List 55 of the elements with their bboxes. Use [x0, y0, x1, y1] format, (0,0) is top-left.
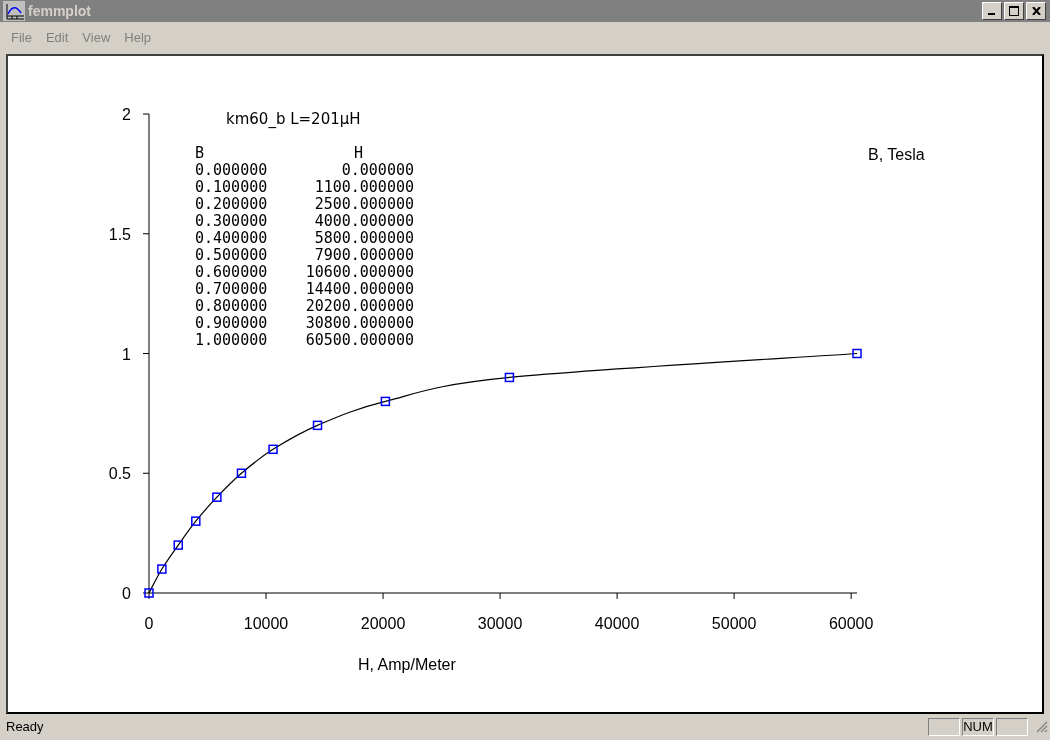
table-cell: 60500.000000	[305, 331, 414, 349]
table-cell: 1100.000000	[314, 178, 414, 196]
table-cell: 10600.000000	[305, 263, 414, 281]
y-tick-label: 0.5	[108, 465, 131, 483]
x-tick-label: 40000	[594, 615, 640, 632]
status-text: Ready	[6, 718, 45, 737]
y-tick-label: 2	[122, 106, 131, 123]
table-cell: 7900.000000	[314, 246, 414, 264]
window-title: femmplot	[28, 1, 92, 21]
table-cell: 20200.000000	[305, 297, 414, 315]
x-tick-label: 0	[144, 615, 154, 632]
table-cell: 0.200000	[195, 195, 268, 213]
y-tick-label: 1.5	[108, 225, 131, 243]
table-cell: 0.000000	[195, 161, 268, 179]
table-header: B	[195, 144, 205, 162]
x-tick-label: 30000	[477, 615, 523, 632]
x-axis-label: H, Amp/Meter	[358, 656, 456, 673]
menu-item[interactable]: View	[75, 28, 118, 48]
resize-grip-icon	[1036, 721, 1048, 733]
table-cell: 0.700000	[195, 280, 268, 298]
table-cell: 4000.000000	[314, 212, 414, 230]
menu-item[interactable]: File	[4, 28, 39, 48]
table-cell: 5800.000000	[314, 229, 414, 247]
status-pane	[996, 718, 1028, 736]
y-tick-label: 0	[122, 585, 131, 602]
table-cell: 0.300000	[195, 212, 268, 230]
table-cell: 0.400000	[195, 229, 268, 247]
table-cell: 14400.000000	[305, 280, 414, 298]
status-pane	[928, 718, 960, 736]
y-tick-label: 1	[122, 345, 131, 363]
table-header: H	[354, 144, 364, 162]
x-tick-label: 60000	[828, 615, 874, 632]
maximize-icon	[1009, 6, 1019, 16]
menu-item[interactable]: Edit	[38, 28, 76, 48]
table-cell: 0.900000	[195, 314, 268, 332]
chart-title: km60_b L=201μH	[226, 110, 361, 128]
table-cell: 2500.000000	[314, 195, 414, 213]
x-tick-label: 50000	[711, 615, 757, 632]
x-tick-label: 20000	[360, 615, 406, 632]
y-axis-label: B, Tesla	[868, 146, 925, 163]
table-cell: 0.800000	[195, 297, 268, 315]
minimize-button[interactable]	[982, 2, 1002, 20]
app-icon	[3, 1, 25, 21]
table-cell: 30800.000000	[305, 314, 414, 332]
table-cell: 1.000000	[195, 331, 268, 349]
menu-item[interactable]: Help	[117, 28, 159, 48]
status-indicator: NUM	[962, 718, 994, 736]
table-cell: 0.600000	[195, 263, 268, 281]
close-icon	[1031, 7, 1041, 15]
x-tick-label: 10000	[243, 615, 289, 632]
table-cell: 0.500000	[195, 246, 268, 264]
table-cell: 0.000000	[341, 161, 414, 179]
maximize-button[interactable]	[1004, 2, 1024, 20]
table-cell: 0.100000	[195, 178, 268, 196]
close-button[interactable]	[1026, 2, 1046, 20]
